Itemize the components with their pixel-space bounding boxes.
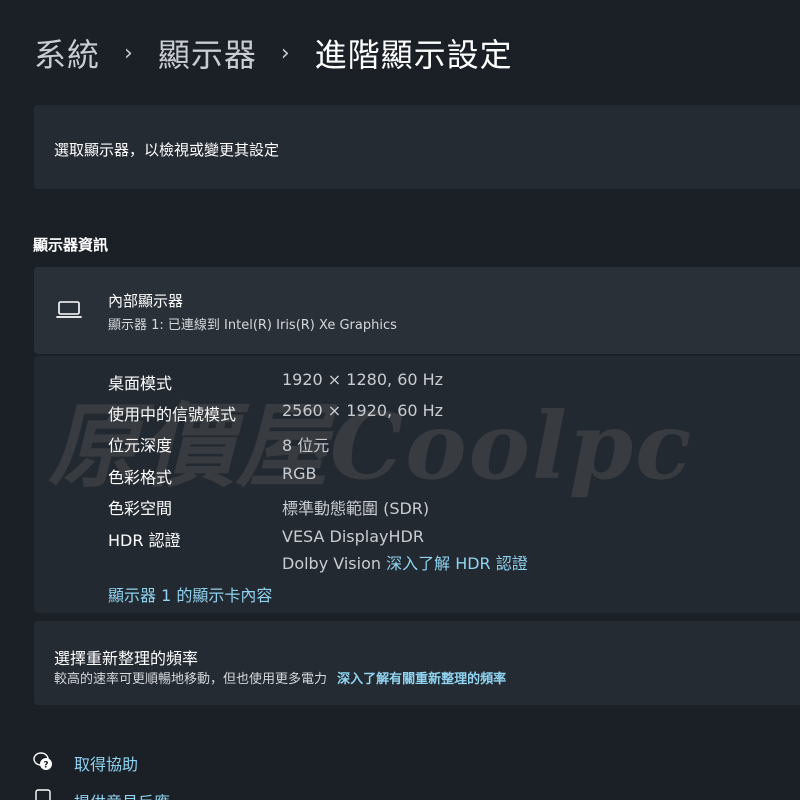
give-feedback-label: 提供意見反應	[74, 789, 170, 800]
breadcrumb: 系統 › 顯示器 › 進階顯示設定	[34, 30, 513, 76]
refresh-rate-subtitle: 較高的速率可更順暢地移動，但也使用更多電力 深入了解有關重新整理的頻率	[54, 668, 506, 687]
hdr-learn-more-link[interactable]: 深入了解 HDR 認證	[386, 554, 528, 573]
adapter-properties-link[interactable]: 顯示器 1 的顯示卡內容	[108, 582, 272, 606]
value-hdr-dolby: Dolby Vision 深入了解 HDR 認證	[282, 550, 528, 574]
value-bit-depth: 8 位元	[282, 436, 330, 455]
svg-text:?: ?	[43, 761, 48, 771]
breadcrumb-system[interactable]: 系統	[34, 30, 100, 76]
display-details-card: 桌面模式 1920 × 1280, 60 Hz 使用中的信號模式 2560 × …	[34, 356, 800, 613]
select-display-card[interactable]: 選取顯示器，以檢視或變更其設定	[34, 105, 800, 189]
display-subtitle: 顯示器 1: 已連線到 Intel(R) Iris(R) Xe Graphics	[108, 318, 397, 333]
chevron-right-icon: ›	[124, 40, 134, 66]
value-active-signal: 2560 × 1920, 60 Hz	[282, 401, 444, 420]
breadcrumb-display[interactable]: 顯示器	[158, 30, 257, 76]
chevron-right-icon: ›	[280, 40, 291, 66]
help-chat-icon: ?	[32, 750, 54, 776]
value-color-space: 標準動態範圍 (SDR)	[282, 499, 430, 518]
feedback-icon	[32, 788, 54, 800]
get-help-link[interactable]: ? 取得協助	[32, 750, 138, 776]
page-title: 進階顯示設定	[314, 36, 513, 74]
label-hdr-cert: HDR 認證	[108, 531, 181, 550]
section-title-display-info: 顯示器資訊	[33, 236, 109, 254]
laptop-icon	[56, 300, 82, 324]
display-name: 內部顯示器	[108, 292, 184, 310]
refresh-rate-learn-more-link[interactable]: 深入了解有關重新整理的頻率	[337, 672, 506, 687]
display-header-card: 內部顯示器 顯示器 1: 已連線到 Intel(R) Iris(R) Xe Gr…	[34, 267, 800, 354]
dolby-vision-text: Dolby Vision	[282, 554, 382, 573]
label-color-format: 色彩格式	[108, 468, 173, 487]
refresh-rate-description: 較高的速率可更順暢地移動，但也使用更多電力	[54, 672, 328, 687]
give-feedback-link[interactable]: 提供意見反應	[32, 788, 170, 800]
value-desktop-mode: 1920 × 1280, 60 Hz	[282, 370, 444, 389]
label-active-signal: 使用中的信號模式	[108, 405, 237, 424]
label-color-space: 色彩空間	[108, 499, 173, 518]
label-desktop-mode: 桌面模式	[108, 374, 173, 393]
refresh-rate-title: 選擇重新整理的頻率	[54, 649, 199, 668]
value-hdr-cert: VESA DisplayHDR	[282, 527, 424, 546]
label-bit-depth: 位元深度	[108, 436, 173, 455]
refresh-rate-card: 選擇重新整理的頻率 較高的速率可更順暢地移動，但也使用更多電力 深入了解有關重新…	[34, 621, 800, 705]
get-help-label: 取得協助	[74, 755, 139, 774]
select-display-text: 選取顯示器，以檢視或變更其設定	[54, 141, 280, 159]
value-color-format: RGB	[282, 464, 317, 483]
